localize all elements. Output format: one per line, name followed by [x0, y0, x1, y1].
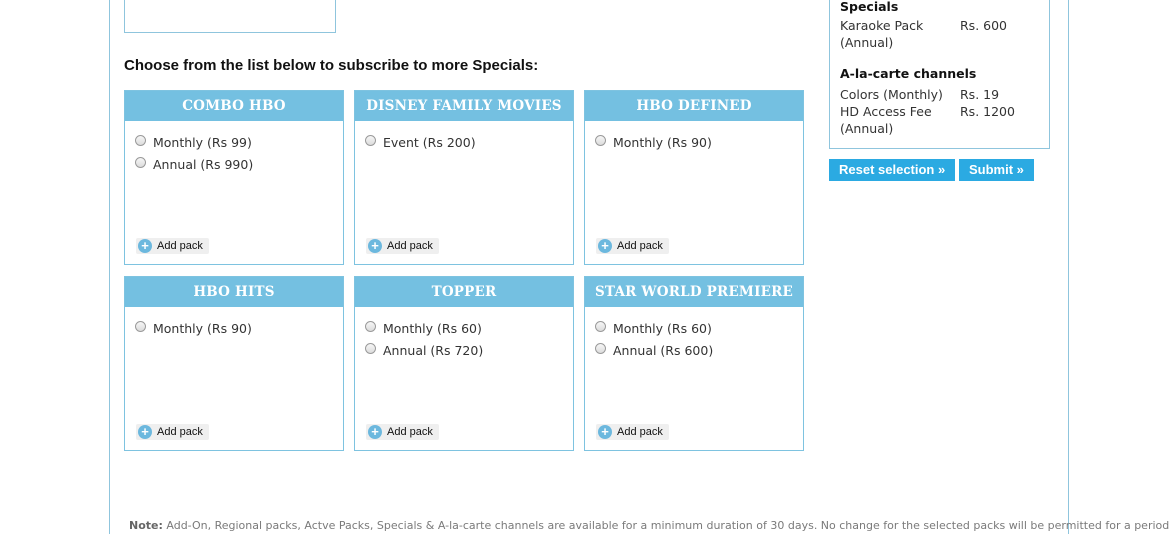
- pack-option-label: Event (Rs 200): [383, 134, 476, 150]
- pack-option[interactable]: Monthly (Rs 90): [585, 131, 803, 153]
- pack-option-label: Annual (Rs 600): [613, 342, 714, 358]
- summary-item-price: Rs. 1200: [960, 104, 1015, 119]
- submit-button[interactable]: Submit »: [959, 159, 1034, 181]
- summary-item-name: Colors (Monthly): [840, 87, 943, 102]
- add-pack-button[interactable]: + Add pack: [136, 424, 209, 440]
- plus-circle-icon: +: [368, 425, 382, 439]
- radio-button[interactable]: [595, 320, 606, 332]
- pack-option-label: Annual (Rs 720): [383, 342, 484, 358]
- pack-option[interactable]: Monthly (Rs 60): [585, 317, 803, 339]
- add-pack-button[interactable]: + Add pack: [366, 238, 439, 254]
- summary-item-price: Rs. 600: [960, 18, 1008, 33]
- pack-card: HBO DEFINED Monthly (Rs 90) + Add pack: [584, 90, 804, 265]
- content-frame-right-border: [1068, 0, 1069, 534]
- pack-title: TOPPER: [355, 277, 573, 307]
- pack-options: Monthly (Rs 90): [585, 121, 803, 153]
- pack-option-label: Monthly (Rs 90): [153, 320, 252, 336]
- add-pack-button[interactable]: + Add pack: [366, 424, 439, 440]
- radio-button[interactable]: [135, 320, 146, 332]
- plus-circle-icon: +: [138, 239, 152, 253]
- summary-row-period: (Annual): [840, 120, 1039, 137]
- summary-item-name: HD Access Fee: [840, 104, 932, 119]
- radio-button[interactable]: [135, 156, 146, 168]
- summary-specials-title: Specials: [840, 0, 899, 14]
- summary-item-price: Rs. 19: [960, 87, 1000, 102]
- pack-option[interactable]: Annual (Rs 600): [585, 339, 803, 361]
- plus-circle-icon: +: [368, 239, 382, 253]
- pack-card: TOPPER Monthly (Rs 60) Annual (Rs 720) + Add…: [354, 276, 574, 451]
- pack-option[interactable]: Event (Rs 200): [355, 131, 573, 153]
- selection-summary: Specials Karaoke Pack Rs. 600 (Annual) A…: [829, 0, 1050, 149]
- pack-card: DISNEY FAMILY MOVIES Event (Rs 200) + Add p…: [354, 90, 574, 265]
- add-pack-button[interactable]: + Add pack: [136, 238, 209, 254]
- section-heading: Choose from the list below to subscribe …: [124, 57, 539, 74]
- summary-item-period: (Annual): [840, 121, 894, 136]
- radio-button[interactable]: [365, 134, 376, 146]
- add-pack-label: Add pack: [387, 240, 433, 252]
- pack-option[interactable]: Annual (Rs 720): [355, 339, 573, 361]
- add-pack-button[interactable]: + Add pack: [596, 238, 669, 254]
- pack-option-label: Monthly (Rs 99): [153, 134, 252, 150]
- pack-options: Monthly (Rs 60) Annual (Rs 720): [355, 307, 573, 361]
- pack-title: HBO DEFINED: [585, 91, 803, 121]
- pack-card: COMBO HBO Monthly (Rs 99) Annual (Rs 990) +…: [124, 90, 344, 265]
- summary-row: Colors (Monthly) Rs. 19: [840, 86, 1039, 103]
- summary-item-period: (Annual): [840, 35, 894, 50]
- radio-button[interactable]: [365, 320, 376, 332]
- pack-title: STAR WORLD PREMIERE: [585, 277, 803, 307]
- summary-row: HD Access Fee Rs. 1200: [840, 103, 1039, 120]
- pack-card: HBO HITS Monthly (Rs 90) + Add pack: [124, 276, 344, 451]
- plus-circle-icon: +: [598, 425, 612, 439]
- plus-circle-icon: +: [138, 425, 152, 439]
- pack-card: STAR WORLD PREMIERE Monthly (Rs 60) Annual…: [584, 276, 804, 451]
- summary-specials-list: Karaoke Pack Rs. 600 (Annual): [840, 17, 1039, 51]
- summary-row: Karaoke Pack Rs. 600: [840, 17, 1039, 34]
- radio-button[interactable]: [595, 134, 606, 146]
- radio-button[interactable]: [595, 342, 606, 354]
- add-pack-label: Add pack: [617, 240, 663, 252]
- pack-option[interactable]: Monthly (Rs 99): [125, 131, 343, 153]
- summary-item-name: Karaoke Pack: [840, 18, 924, 33]
- plus-circle-icon: +: [598, 239, 612, 253]
- pack-title: DISNEY FAMILY MOVIES: [355, 91, 573, 121]
- add-pack-button[interactable]: + Add pack: [596, 424, 669, 440]
- top-partial-box: [124, 0, 336, 33]
- summary-alacarte-title: A-la-carte channels: [840, 66, 977, 81]
- summary-row-period: (Annual): [840, 34, 1039, 51]
- pack-option-label: Monthly (Rs 90): [613, 134, 712, 150]
- footer-note: Note: Add-On, Regional packs, Actve Pack…: [129, 519, 1173, 532]
- note-label: Note:: [129, 519, 163, 532]
- content-frame-left-border: [109, 0, 110, 534]
- add-pack-label: Add pack: [387, 426, 433, 438]
- pack-option-label: Monthly (Rs 60): [383, 320, 482, 336]
- radio-button[interactable]: [135, 134, 146, 146]
- add-pack-label: Add pack: [157, 240, 203, 252]
- pack-option[interactable]: Monthly (Rs 90): [125, 317, 343, 339]
- pack-title: COMBO HBO: [125, 91, 343, 121]
- pack-option[interactable]: Monthly (Rs 60): [355, 317, 573, 339]
- add-pack-label: Add pack: [617, 426, 663, 438]
- note-text: Add-On, Regional packs, Actve Packs, Spe…: [162, 519, 1173, 532]
- reset-selection-button[interactable]: Reset selection »: [829, 159, 956, 181]
- pack-options: Monthly (Rs 90): [125, 307, 343, 339]
- pack-options: Monthly (Rs 60) Annual (Rs 600): [585, 307, 803, 361]
- pack-option[interactable]: Annual (Rs 990): [125, 153, 343, 175]
- pack-title: HBO HITS: [125, 277, 343, 307]
- summary-alacarte-list: Colors (Monthly) Rs. 19 HD Access Fee Rs…: [840, 86, 1039, 137]
- radio-button[interactable]: [365, 342, 376, 354]
- pack-options: Event (Rs 200): [355, 121, 573, 153]
- pack-option-label: Monthly (Rs 60): [613, 320, 712, 336]
- add-pack-label: Add pack: [157, 426, 203, 438]
- pack-options: Monthly (Rs 99) Annual (Rs 990): [125, 121, 343, 175]
- pack-option-label: Annual (Rs 990): [153, 156, 254, 172]
